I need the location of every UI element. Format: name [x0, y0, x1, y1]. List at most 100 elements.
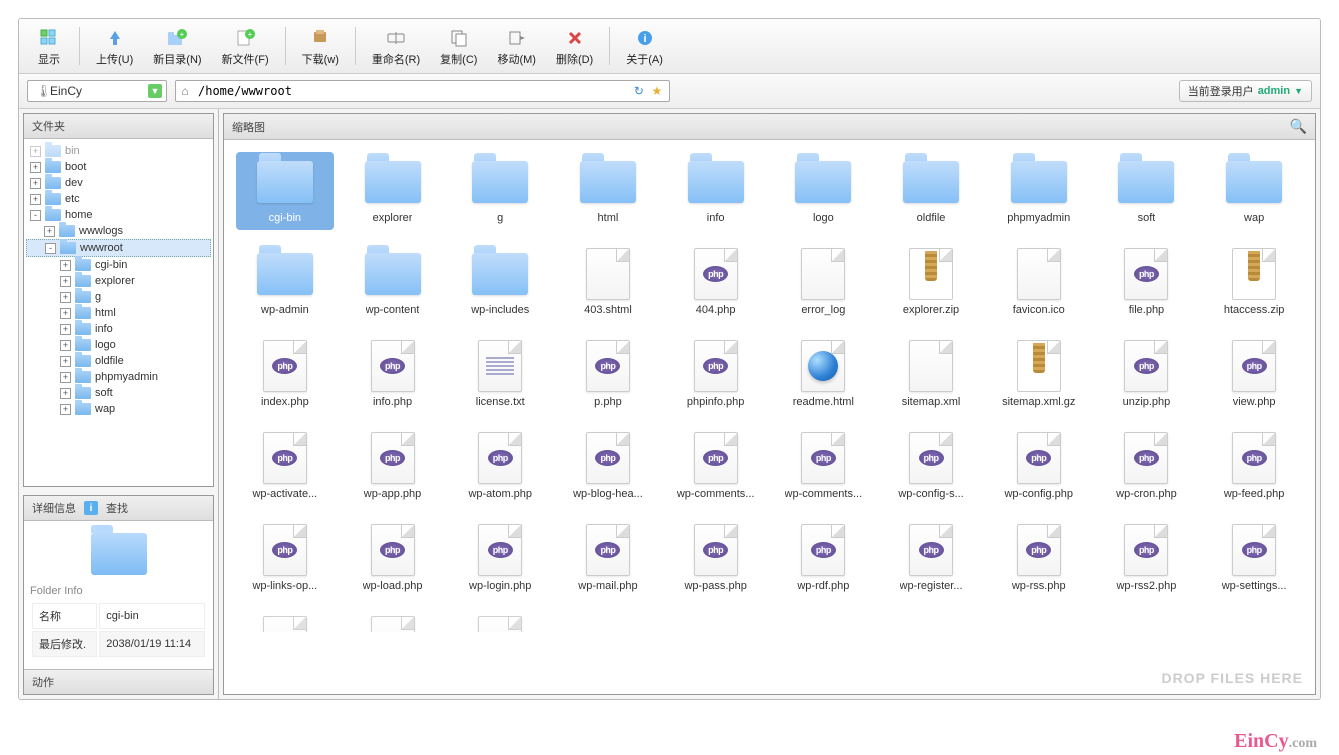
move-button[interactable]: 移动(M)	[487, 23, 546, 69]
thumb-item[interactable]: php	[344, 612, 442, 632]
rename-button[interactable]: 重命名(R)	[362, 23, 430, 69]
folder-tree[interactable]: +bin+boot+dev+etc-home+wwwlogs-wwwroot+c…	[24, 139, 213, 421]
expand-icon[interactable]: +	[60, 388, 71, 399]
thumb-item[interactable]: license.txt	[451, 336, 549, 414]
thumb-item[interactable]: phpwp-activate...	[236, 428, 334, 506]
tree-node-dev[interactable]: +dev	[26, 175, 211, 191]
thumb-item[interactable]: 403.shtml	[559, 244, 657, 322]
expand-icon[interactable]: +	[44, 226, 55, 237]
thumb-item[interactable]: phpwp-login.php	[451, 520, 549, 598]
newfile-button[interactable]: + 新文件(F)	[212, 23, 279, 69]
upload-button[interactable]: 上传(U)	[86, 23, 143, 69]
thumb-item[interactable]: phpp.php	[559, 336, 657, 414]
detail-tab-find[interactable]: 查找	[106, 500, 128, 516]
thumb-item[interactable]: phpwp-blog-hea...	[559, 428, 657, 506]
expand-icon[interactable]: +	[30, 162, 41, 173]
thumb-item[interactable]: phpwp-rdf.php	[774, 520, 872, 598]
expand-icon[interactable]: +	[60, 292, 71, 303]
thumb-item[interactable]: phpunzip.php	[1098, 336, 1196, 414]
thumb-item[interactable]: phpwp-config-s...	[882, 428, 980, 506]
thumb-item[interactable]: phpwp-register...	[882, 520, 980, 598]
tree-node-bin[interactable]: +bin	[26, 143, 211, 159]
thumb-item[interactable]: explorer.zip	[882, 244, 980, 322]
expand-icon[interactable]: -	[45, 243, 56, 254]
star-icon[interactable]: ★	[649, 83, 665, 99]
expand-icon[interactable]: +	[60, 340, 71, 351]
thumb-item[interactable]: phpwp-feed.php	[1205, 428, 1303, 506]
thumb-item[interactable]: html	[559, 152, 657, 230]
thumb-item[interactable]: cgi-bin	[236, 152, 334, 230]
thumb-item[interactable]: explorer	[344, 152, 442, 230]
thumb-item[interactable]: phpwp-load.php	[344, 520, 442, 598]
thumb-item[interactable]: php404.php	[667, 244, 765, 322]
copy-button[interactable]: 复制(C)	[430, 23, 487, 69]
thumb-item[interactable]: wp-includes	[451, 244, 549, 322]
tree-node-etc[interactable]: +etc	[26, 191, 211, 207]
thumb-item[interactable]: phpwp-mail.php	[559, 520, 657, 598]
expand-icon[interactable]: +	[30, 194, 41, 205]
user-menu[interactable]: 当前登录用户 admin ▼	[1179, 80, 1312, 102]
home-icon[interactable]: ⌂	[176, 84, 194, 98]
expand-icon[interactable]: +	[60, 260, 71, 271]
expand-icon[interactable]: -	[30, 210, 41, 221]
thumb-item[interactable]: phpindex.php	[236, 336, 334, 414]
tree-node-oldfile[interactable]: +oldfile	[26, 353, 211, 369]
tree-node-html[interactable]: +html	[26, 305, 211, 321]
zoom-icon[interactable]: 🔍	[1290, 118, 1307, 135]
expand-icon[interactable]: +	[60, 324, 71, 335]
thumb-item[interactable]: logo	[774, 152, 872, 230]
newdir-button[interactable]: + 新目录(N)	[143, 23, 211, 69]
thumb-item[interactable]: phpphpinfo.php	[667, 336, 765, 414]
tree-node-explorer[interactable]: +explorer	[26, 273, 211, 289]
delete-button[interactable]: 删除(D)	[546, 23, 603, 69]
thumb-item[interactable]: php	[451, 612, 549, 632]
tree-node-wwwroot[interactable]: -wwwroot	[26, 239, 211, 257]
thumb-item[interactable]: phpwp-rss2.php	[1098, 520, 1196, 598]
tree-node-soft[interactable]: +soft	[26, 385, 211, 401]
thumb-item[interactable]: sitemap.xml	[882, 336, 980, 414]
tree-node-boot[interactable]: +boot	[26, 159, 211, 175]
thumb-item[interactable]: phpwp-pass.php	[667, 520, 765, 598]
tree-node-info[interactable]: +info	[26, 321, 211, 337]
thumb-item[interactable]: phpwp-config.php	[990, 428, 1088, 506]
expand-icon[interactable]: +	[30, 178, 41, 189]
thumbnail-grid[interactable]: cgi-binexplorerghtmlinfologooldfilephpmy…	[224, 140, 1315, 694]
detail-tab-info[interactable]: 详细信息	[32, 500, 76, 516]
tree-node-wap[interactable]: +wap	[26, 401, 211, 417]
thumb-item[interactable]: htaccess.zip	[1205, 244, 1303, 322]
thumb-item[interactable]: phpview.php	[1205, 336, 1303, 414]
thumb-item[interactable]: phpinfo.php	[344, 336, 442, 414]
thumb-item[interactable]: favicon.ico	[990, 244, 1088, 322]
expand-icon[interactable]: +	[60, 356, 71, 367]
thumb-item[interactable]: info	[667, 152, 765, 230]
profile-dropdown[interactable]: 🌡 EinCy ▼	[27, 80, 167, 102]
thumb-item[interactable]: wp-admin	[236, 244, 334, 322]
detail-actions-header[interactable]: 动作	[24, 669, 213, 694]
thumb-item[interactable]: wp-content	[344, 244, 442, 322]
expand-icon[interactable]: +	[60, 404, 71, 415]
expand-icon[interactable]: +	[60, 276, 71, 287]
thumb-item[interactable]: phpwp-comments...	[667, 428, 765, 506]
expand-icon[interactable]: +	[60, 308, 71, 319]
thumb-item[interactable]: sitemap.xml.gz	[990, 336, 1088, 414]
thumb-item[interactable]: wap	[1205, 152, 1303, 230]
expand-icon[interactable]: +	[30, 146, 41, 157]
thumb-item[interactable]: php	[236, 612, 334, 632]
thumb-item[interactable]: phpfile.php	[1098, 244, 1196, 322]
thumb-item[interactable]: phpwp-atom.php	[451, 428, 549, 506]
tree-node-wwwlogs[interactable]: +wwwlogs	[26, 223, 211, 239]
show-button[interactable]: 显示	[25, 23, 73, 69]
thumb-item[interactable]: phpwp-rss.php	[990, 520, 1088, 598]
expand-icon[interactable]: +	[60, 372, 71, 383]
tree-node-cgi-bin[interactable]: +cgi-bin	[26, 257, 211, 273]
thumb-item[interactable]: error_log	[774, 244, 872, 322]
tree-node-g[interactable]: +g	[26, 289, 211, 305]
download-button[interactable]: 下载(w)	[292, 23, 349, 69]
tree-node-phpmyadmin[interactable]: +phpmyadmin	[26, 369, 211, 385]
thumb-item[interactable]: phpwp-comments...	[774, 428, 872, 506]
thumb-item[interactable]: phpwp-cron.php	[1098, 428, 1196, 506]
thumb-item[interactable]: phpwp-app.php	[344, 428, 442, 506]
thumb-item[interactable]: readme.html	[774, 336, 872, 414]
thumb-item[interactable]: g	[451, 152, 549, 230]
thumb-item[interactable]: soft	[1098, 152, 1196, 230]
